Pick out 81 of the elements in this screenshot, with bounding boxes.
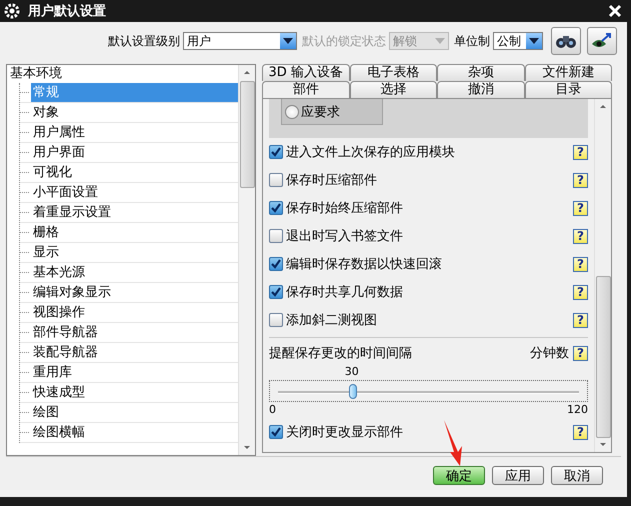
tree-item[interactable]: 基本光源: [31, 263, 238, 282]
help-button[interactable]: ?: [573, 424, 588, 440]
tab[interactable]: 杂项: [437, 64, 524, 81]
field-label: 单位制: [454, 32, 490, 50]
checkbox[interactable]: [269, 201, 283, 215]
checkbox-label: 保存时压缩部件: [286, 172, 378, 189]
help-button[interactable]: ?: [573, 144, 588, 160]
window-title: 用户默认设置: [28, 2, 107, 20]
slider-max: 120: [567, 402, 588, 418]
checkbox[interactable]: [269, 285, 283, 299]
eye-button[interactable]: [587, 27, 617, 55]
help-button[interactable]: ?: [573, 228, 588, 244]
checkbox[interactable]: [269, 145, 283, 159]
caret-icon: [529, 38, 539, 44]
close-icon[interactable]: [607, 3, 623, 19]
caret-icon: [283, 38, 293, 44]
checkbox-label: 保存时始终压缩部件: [286, 200, 404, 217]
tree-item[interactable]: 绘图: [31, 403, 238, 422]
binoculars-icon: [555, 33, 577, 49]
tree-item[interactable]: 装配导航器: [31, 343, 238, 362]
tree-item[interactable]: 绘图横幅: [31, 423, 238, 442]
checkbox-label: 编辑时保存数据以快速回滚: [286, 256, 443, 273]
tree-item[interactable]: 显示: [31, 243, 238, 262]
help-button[interactable]: ?: [573, 284, 588, 300]
dialog-button[interactable]: 应用: [492, 466, 544, 485]
checkbox-label: 关闭时更改显示部件: [286, 424, 404, 441]
help-button[interactable]: ?: [573, 172, 588, 188]
tab[interactable]: 目录: [524, 81, 612, 98]
tree-item[interactable]: 用户属性: [31, 123, 238, 142]
dialog-button[interactable]: 取消: [551, 466, 603, 485]
tab[interactable]: 电子表格: [350, 64, 437, 81]
help-button[interactable]: ?: [573, 200, 588, 216]
checkbox-label: 添加斜二测视图: [286, 312, 378, 329]
tree-item[interactable]: 用户界面: [31, 143, 238, 162]
slider-thumb[interactable]: [349, 384, 358, 399]
checkbox-label: 退出时写入书签文件: [286, 228, 404, 245]
level-dropdown[interactable]: 用户: [183, 32, 297, 50]
tree-item[interactable]: 小平面设置: [31, 183, 238, 202]
field-label: 默认设置级别: [108, 32, 180, 50]
tab[interactable]: 文件新建: [524, 64, 612, 81]
tree-item[interactable]: 对象: [31, 103, 238, 122]
scroll-thumb[interactable]: [240, 81, 254, 188]
checkbox[interactable]: [269, 313, 283, 327]
tab[interactable]: 撤消: [437, 81, 524, 98]
unit-dropdown[interactable]: 公制: [493, 32, 543, 50]
tree-item[interactable]: 着重显示设置: [31, 203, 238, 222]
slider-min: 0: [269, 402, 276, 418]
gear-icon: [4, 3, 20, 19]
checkbox[interactable]: [269, 425, 283, 439]
field-label: 默认的锁定状态: [302, 32, 386, 50]
eye-icon: [591, 32, 613, 50]
checkbox-label: 保存时共享几何数据: [286, 284, 404, 301]
scrollbar[interactable]: [594, 99, 611, 452]
checkbox-label: 进入文件上次保存的应用模块: [286, 144, 456, 161]
scrollbar[interactable]: [238, 65, 255, 455]
tree-item[interactable]: 重用库: [31, 363, 238, 382]
help-button[interactable]: ?: [573, 312, 588, 328]
tree-item[interactable]: 快速成型: [31, 383, 238, 402]
checkbox[interactable]: [269, 229, 283, 243]
tree-item[interactable]: 可视化: [31, 163, 238, 182]
slider-value: 30: [344, 365, 359, 378]
tree-item[interactable]: 编辑对象显示: [31, 283, 238, 302]
radio-option[interactable]: 应要求: [281, 99, 383, 125]
tree-item[interactable]: 基本环境: [7, 65, 238, 83]
setting-label: 提醒保存更改的时间间隔: [269, 345, 413, 362]
tree-item[interactable]: 栅格: [31, 223, 238, 242]
caret-icon: [435, 38, 445, 44]
tab[interactable]: 3D 输入设备: [262, 64, 350, 81]
dialog-button[interactable]: 确定: [433, 466, 485, 485]
checkbox[interactable]: [269, 173, 283, 187]
help-button[interactable]: ?: [573, 346, 588, 360]
interval-slider[interactable]: [269, 380, 588, 402]
tab[interactable]: 选择: [350, 81, 437, 98]
scroll-thumb[interactable]: [596, 276, 610, 438]
tree-item[interactable]: 视图操作: [31, 303, 238, 322]
unit-label: 分钟数: [530, 345, 569, 362]
tab[interactable]: 部件: [262, 81, 350, 98]
tree-item[interactable]: 部件导航器: [31, 323, 238, 342]
binoculars-button[interactable]: [551, 27, 581, 55]
help-button[interactable]: ?: [573, 256, 588, 272]
checkbox[interactable]: [269, 257, 283, 271]
